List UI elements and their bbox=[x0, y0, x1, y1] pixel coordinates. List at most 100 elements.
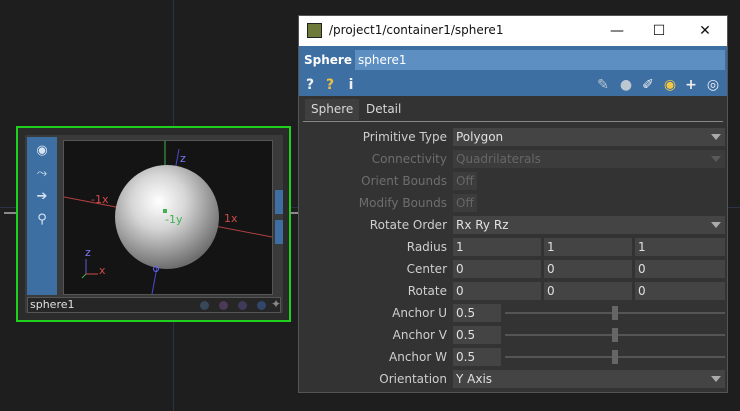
param-label: Rotate bbox=[407, 284, 447, 298]
menu-value: Y Axis bbox=[456, 372, 493, 386]
operator-name-field[interactable]: sphere1 bbox=[355, 50, 725, 70]
param-modify-bounds: Modify Bounds Off bbox=[299, 193, 727, 213]
param-primitive-type: Primitive Type Polygon bbox=[299, 127, 727, 147]
parameter-toolbar: ? ? i ✎ ● ✐ ◉ + ◎ bbox=[299, 74, 727, 96]
node-viewer[interactable]: z -1x 1x -1y z x bbox=[63, 140, 273, 295]
param-anchor-w: Anchor W 0.5 bbox=[299, 347, 727, 367]
viewer-flag-icon[interactable]: ◉ bbox=[31, 140, 53, 160]
node-flag-dot[interactable] bbox=[238, 301, 247, 310]
lock-flag-icon[interactable]: ⚲ bbox=[31, 209, 53, 229]
menu-value: Quadrilaterals bbox=[456, 152, 541, 166]
edit-icon[interactable]: ✐ bbox=[639, 75, 657, 95]
rotate-y-field[interactable]: 0 bbox=[544, 282, 632, 300]
anchor-v-field[interactable]: 0.5 bbox=[453, 326, 501, 344]
node-name-label[interactable]: sphere1 bbox=[30, 298, 75, 312]
parameter-tabs: Sphere Detail bbox=[303, 99, 723, 122]
chevron-down-icon bbox=[711, 134, 721, 140]
param-rotate: Rotate 0 0 0 bbox=[299, 281, 727, 301]
tab-detail[interactable]: Detail bbox=[360, 99, 407, 120]
param-label: Anchor V bbox=[392, 328, 447, 342]
radius-y-field[interactable]: 1 bbox=[544, 238, 632, 256]
comment-icon[interactable]: ● bbox=[617, 75, 635, 95]
gizmo-x-label: x bbox=[99, 264, 106, 277]
node-flag-dot[interactable] bbox=[257, 301, 266, 310]
window-titlebar[interactable]: /project1/container1/sphere1 — ☐ ✕ bbox=[299, 16, 727, 46]
anchor-u-field[interactable]: 0.5 bbox=[453, 304, 501, 322]
node-flag-bar: ◉ ⤳ ➔ ⚲ bbox=[27, 137, 57, 295]
param-radius: Radius 1 1 1 bbox=[299, 237, 727, 257]
output-connector-bottom[interactable] bbox=[275, 220, 283, 244]
connectivity-menu[interactable]: Quadrilaterals bbox=[453, 150, 725, 168]
param-label: Connectivity bbox=[371, 152, 447, 166]
anchor-u-slider-handle[interactable] bbox=[612, 306, 618, 320]
add-icon[interactable]: + bbox=[683, 75, 699, 95]
info-icon[interactable]: i bbox=[345, 75, 357, 95]
gizmo-y-line bbox=[81, 273, 87, 279]
menu-value: Rx Ry Rz bbox=[456, 218, 509, 232]
node-body[interactable]: ◉ ⤳ ➔ ⚲ z -1x 1x -1y z x sphere1 ✦ bbox=[25, 135, 283, 313]
pencil-icon[interactable]: ✎ bbox=[595, 75, 611, 95]
node-output-wire bbox=[290, 212, 298, 214]
param-label: Orient Bounds bbox=[361, 174, 447, 188]
param-rotate-order: Rotate Order Rx Ry Rz bbox=[299, 215, 727, 235]
radius-x-field[interactable]: 1 bbox=[453, 238, 541, 256]
center-z-field[interactable]: 0 bbox=[635, 260, 725, 278]
app-icon bbox=[307, 23, 322, 38]
bypass-flag-icon[interactable]: ⤳ bbox=[31, 163, 53, 183]
param-label: Radius bbox=[406, 240, 447, 254]
parameter-window: /project1/container1/sphere1 — ☐ ✕ Spher… bbox=[298, 15, 728, 393]
anchor-w-field[interactable]: 0.5 bbox=[453, 348, 501, 366]
node-flag-dot[interactable] bbox=[219, 301, 228, 310]
close-icon[interactable]: ✕ bbox=[691, 20, 719, 42]
minimize-icon[interactable]: — bbox=[603, 20, 631, 42]
anchor-v-slider-handle[interactable] bbox=[612, 328, 618, 342]
rotate-z-field[interactable]: 0 bbox=[635, 282, 725, 300]
node-flag-dot[interactable] bbox=[200, 301, 209, 310]
python-icon[interactable]: ◉ bbox=[661, 75, 679, 95]
rotate-order-menu[interactable]: Rx Ry Rz bbox=[453, 216, 725, 234]
node-footer: sphere1 ✦ bbox=[27, 297, 281, 313]
param-orient-bounds: Orient Bounds Off bbox=[299, 171, 727, 191]
rotate-x-field[interactable]: 0 bbox=[453, 282, 541, 300]
chevron-down-icon bbox=[711, 156, 721, 162]
operator-type: Sphere bbox=[304, 53, 352, 67]
operator-header: Sphere sphere1 bbox=[299, 46, 727, 74]
center-y-field[interactable]: 0 bbox=[544, 260, 632, 278]
param-label: Anchor U bbox=[392, 306, 447, 320]
node-plus-icon[interactable]: ✦ bbox=[271, 297, 281, 311]
center-x-field[interactable]: 0 bbox=[453, 260, 541, 278]
param-label: Orientation bbox=[379, 372, 447, 386]
sphere-node[interactable]: ◉ ⤳ ➔ ⚲ z -1x 1x -1y z x sphere1 ✦ bbox=[4, 126, 298, 322]
chevron-down-icon bbox=[711, 376, 721, 382]
menu-value: Polygon bbox=[456, 130, 504, 144]
param-label: Modify Bounds bbox=[358, 196, 447, 210]
neg-y-axis-label: -1y bbox=[165, 213, 183, 226]
neg-x-axis-label: -1x bbox=[91, 193, 109, 206]
orient-bounds-toggle[interactable]: Off bbox=[453, 172, 477, 190]
maximize-icon[interactable]: ☐ bbox=[645, 20, 673, 42]
node-output-bar bbox=[275, 140, 283, 293]
help-icon[interactable]: ? bbox=[303, 75, 317, 95]
param-anchor-v: Anchor V 0.5 bbox=[299, 325, 727, 345]
primitive-type-menu[interactable]: Polygon bbox=[453, 128, 725, 146]
node-input-wire bbox=[4, 212, 16, 214]
target-icon[interactable]: ◎ bbox=[704, 75, 722, 95]
modify-bounds-toggle[interactable]: Off bbox=[453, 194, 477, 212]
z-axis-label: z bbox=[180, 152, 186, 165]
param-label: Primitive Type bbox=[362, 130, 447, 144]
param-center: Center 0 0 0 bbox=[299, 259, 727, 279]
cook-flag-icon[interactable]: ➔ bbox=[31, 186, 53, 206]
pos-x-axis-label: 1x bbox=[224, 212, 238, 225]
python-help-icon[interactable]: ? bbox=[319, 75, 341, 95]
tab-sphere[interactable]: Sphere bbox=[305, 99, 360, 120]
radius-z-field[interactable]: 1 bbox=[635, 238, 725, 256]
param-connectivity: Connectivity Quadrilaterals bbox=[299, 149, 727, 169]
orientation-menu[interactable]: Y Axis bbox=[453, 370, 725, 388]
window-title: /project1/container1/sphere1 bbox=[329, 23, 504, 37]
anchor-w-slider-handle[interactable] bbox=[612, 350, 618, 364]
param-orientation: Orientation Y Axis bbox=[299, 369, 727, 389]
output-connector-top[interactable] bbox=[275, 190, 283, 214]
gizmo-z-label: z bbox=[85, 246, 91, 259]
param-anchor-u: Anchor U 0.5 bbox=[299, 303, 727, 323]
param-label: Anchor W bbox=[389, 350, 447, 364]
